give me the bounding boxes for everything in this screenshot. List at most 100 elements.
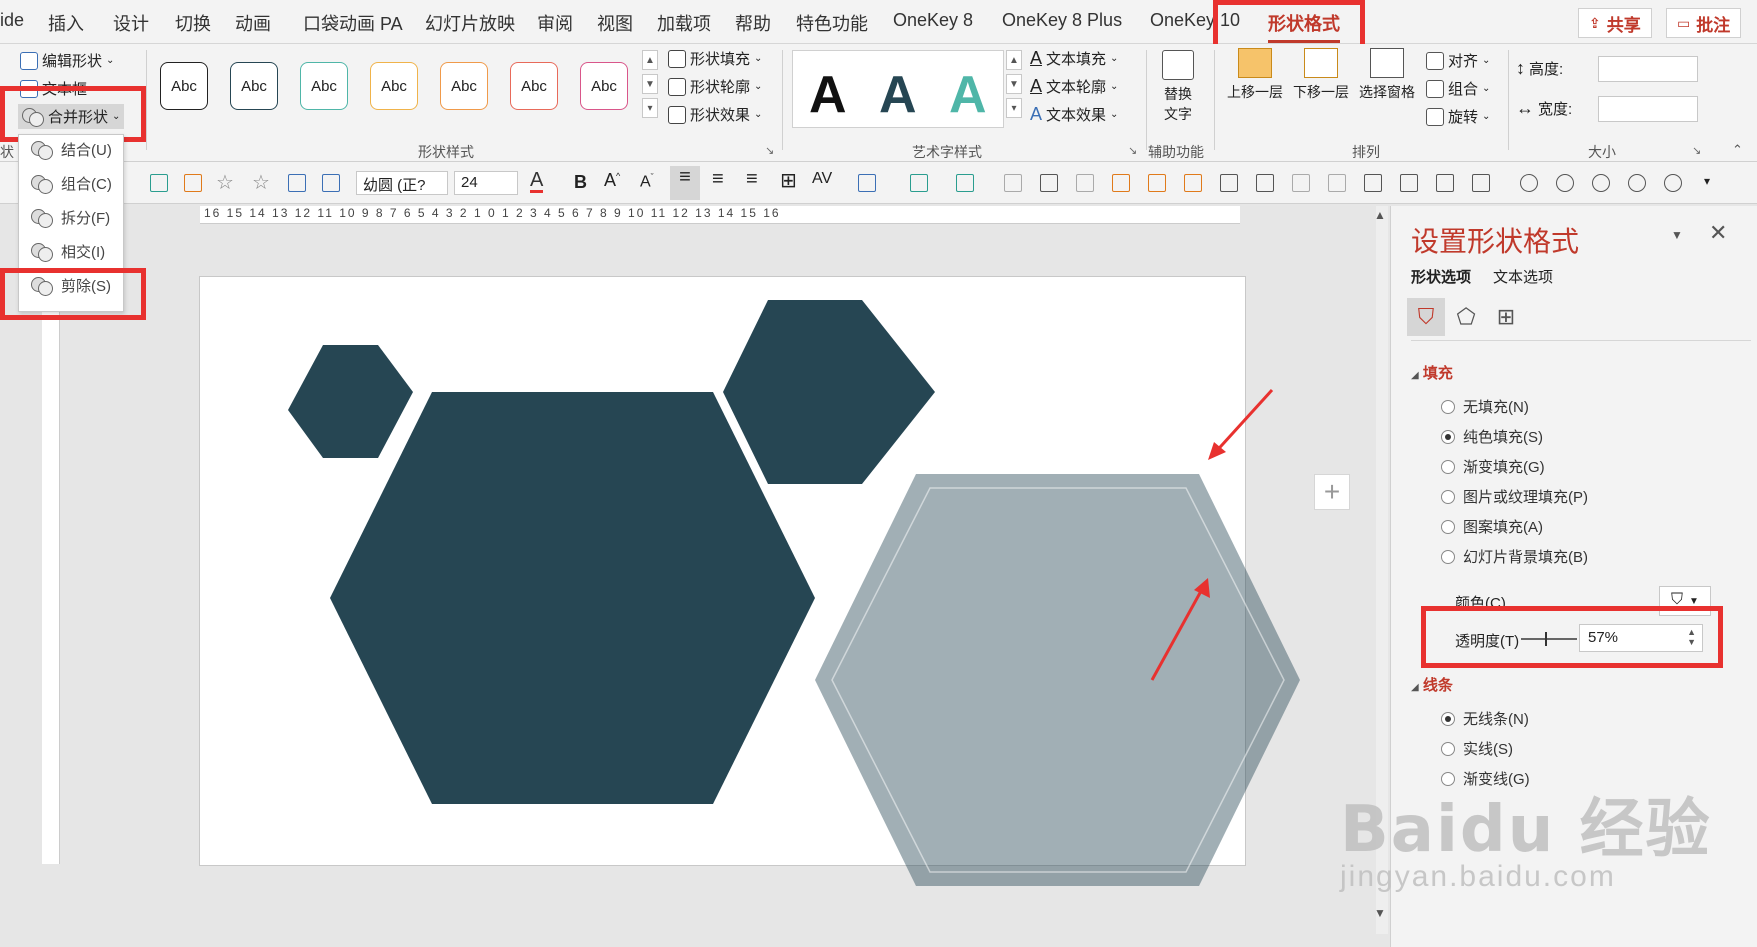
send-back-icon[interactable] [1148, 174, 1166, 192]
tab-addins[interactable]: 加载项 [657, 10, 711, 36]
shape-style-7[interactable]: Abc [580, 62, 628, 110]
align-button[interactable]: 对齐 ⌄ [1426, 50, 1490, 71]
spin-icon[interactable]: ▲ ▼ [1687, 627, 1696, 647]
character-spacing-icon[interactable]: AV [812, 170, 832, 188]
tab-onekey10[interactable]: OneKey 10 [1150, 10, 1240, 31]
wordart-style-3[interactable]: A [949, 65, 987, 125]
rotate-button[interactable]: 旋转 ⌄ [1426, 106, 1490, 127]
slide-canvas[interactable] [199, 276, 1246, 866]
fill-option-none[interactable]: 无填充(N) [1441, 396, 1529, 417]
shape-picker-icon[interactable] [858, 174, 876, 192]
scroll-up-icon[interactable]: ▲ [1374, 208, 1386, 222]
size-properties-tab[interactable]: ⊞ [1487, 298, 1525, 336]
star-icon[interactable]: ☆ [216, 170, 234, 195]
combine-icon[interactable] [1556, 174, 1574, 192]
tab-onekey8[interactable]: OneKey 8 [893, 10, 973, 31]
fill-option-gradient[interactable]: 渐变填充(G) [1441, 456, 1545, 477]
fill-option-pattern[interactable]: 图案填充(A) [1441, 516, 1543, 537]
merge-shapes-button[interactable]: 合并形状 ⌄ [18, 104, 125, 129]
radio-button[interactable] [1441, 519, 1455, 534]
shape-outline-button[interactable]: 形状轮廓 ⌄ [668, 76, 762, 97]
font-name-select[interactable]: 幼圆 (正? [356, 171, 448, 195]
shape-style-3[interactable]: Abc [300, 62, 348, 110]
close-icon[interactable]: ✕ [1709, 220, 1727, 246]
vertical-text-box-icon[interactable] [322, 174, 340, 192]
styles-more[interactable]: ▾ [642, 98, 658, 118]
line-option-solid[interactable]: 实线(S) [1441, 738, 1513, 759]
merge-intersect-item[interactable]: 相交(I) [31, 241, 105, 262]
align-left-edge-icon[interactable] [1472, 174, 1490, 192]
select-shape-icon[interactable] [184, 174, 202, 192]
text-effects-button[interactable]: A 文本效果 ⌄ [1030, 104, 1118, 125]
send-backward-button[interactable]: 下移一层 [1290, 48, 1352, 102]
tab-pocket-animation[interactable]: 口袋动画 PA [303, 10, 403, 36]
radio-button-selected[interactable] [1441, 429, 1455, 444]
merge-subtract-item[interactable]: 剪除(S) [31, 275, 111, 296]
share-button[interactable]: ⇪ 共享 [1578, 8, 1652, 38]
color-picker-button[interactable]: ⛉ ▼ [1659, 586, 1711, 616]
increase-font-icon[interactable]: A^ [604, 170, 620, 191]
tab-shape-format[interactable]: 形状格式 [1268, 10, 1340, 43]
radio-button[interactable] [1441, 459, 1455, 474]
merge-union-item[interactable]: 结合(U) [31, 139, 112, 160]
shape-style-5[interactable]: Abc [440, 62, 488, 110]
transparency-slider[interactable] [1521, 632, 1577, 646]
subtract-icon[interactable] [1664, 174, 1682, 192]
fill-line-tab[interactable]: ⛉ [1407, 298, 1445, 336]
shape-style-1[interactable]: Abc [160, 62, 208, 110]
align-vertical-icon[interactable] [1220, 174, 1238, 192]
align-center-icon[interactable]: ≡ [670, 166, 700, 200]
wordart-scroll-down[interactable]: ▼ [1006, 74, 1022, 94]
text-box-icon[interactable] [288, 174, 306, 192]
intersect-icon[interactable] [1628, 174, 1646, 192]
union-icon[interactable] [1520, 174, 1538, 192]
line-option-none[interactable]: 无线条(N) [1441, 708, 1529, 729]
bold-button[interactable]: B [574, 172, 587, 193]
text-fill-button[interactable]: A 文本填充 ⌄ [1030, 48, 1118, 69]
group-objects-icon[interactable] [1076, 174, 1094, 192]
tab-view[interactable]: 视图 [597, 10, 633, 36]
line-section-header[interactable]: ◢ 线条 [1411, 674, 1453, 695]
align-top-icon[interactable] [1364, 174, 1382, 192]
height-input[interactable] [1598, 56, 1698, 82]
layer-icon[interactable] [1184, 174, 1202, 192]
tab-help[interactable]: 帮助 [735, 10, 771, 36]
crop-icon[interactable] [1004, 174, 1022, 192]
wordart-style-2[interactable]: A [879, 65, 917, 125]
dialog-launcher-icon[interactable]: ↘ [1128, 144, 1137, 157]
text-outline-button[interactable]: A 文本轮廓 ⌄ [1030, 76, 1118, 97]
fill-color-icon[interactable] [910, 174, 928, 192]
wordart-scroll-up[interactable]: ▲ [1006, 50, 1022, 70]
add-element-button[interactable]: + [1314, 474, 1350, 510]
styles-scroll-down[interactable]: ▼ [642, 74, 658, 94]
dialog-launcher-icon[interactable]: ↘ [1692, 144, 1701, 157]
width-input[interactable] [1598, 96, 1698, 122]
shape-style-6[interactable]: Abc [510, 62, 558, 110]
tab-shape-options[interactable]: 形状选项 [1411, 266, 1471, 287]
wordart-gallery[interactable]: A A A [792, 50, 1004, 128]
transparency-input[interactable]: 57% ▲ ▼ [1579, 624, 1703, 652]
distribute-h-icon[interactable] [1292, 174, 1310, 192]
fill-section-header[interactable]: ◢ 填充 [1411, 362, 1453, 383]
radio-button[interactable] [1441, 549, 1455, 564]
font-color-icon[interactable]: A [530, 170, 544, 193]
fill-option-picture[interactable]: 图片或纹理填充(P) [1441, 486, 1588, 507]
wordart-more[interactable]: ▾ [1006, 98, 1022, 118]
distribute-v-icon[interactable] [1328, 174, 1346, 192]
slider-thumb[interactable] [1545, 632, 1547, 646]
tab-design[interactable]: 设计 [113, 10, 149, 36]
tab-transitions[interactable]: 切换 [175, 10, 211, 36]
tab-features[interactable]: 特色功能 [796, 10, 868, 36]
resize-icon[interactable] [1040, 174, 1058, 192]
effects-tab[interactable]: ⬠ [1447, 298, 1485, 336]
radio-button[interactable] [1441, 741, 1455, 756]
bring-front-icon[interactable] [1112, 174, 1130, 192]
align-bottom-icon[interactable] [1400, 174, 1418, 192]
decrease-font-icon[interactable]: Aˇ [640, 172, 654, 191]
alt-text-button[interactable]: 替换 文字 [1158, 50, 1198, 124]
dialog-launcher-icon[interactable]: ↘ [765, 144, 774, 157]
align-right-icon[interactable] [1436, 174, 1454, 192]
star-outline-icon[interactable]: ☆ [252, 170, 270, 195]
toolbar-more-icon[interactable]: ▾ [1704, 174, 1710, 188]
shape-effects-button[interactable]: 形状效果 ⌄ [668, 104, 762, 125]
